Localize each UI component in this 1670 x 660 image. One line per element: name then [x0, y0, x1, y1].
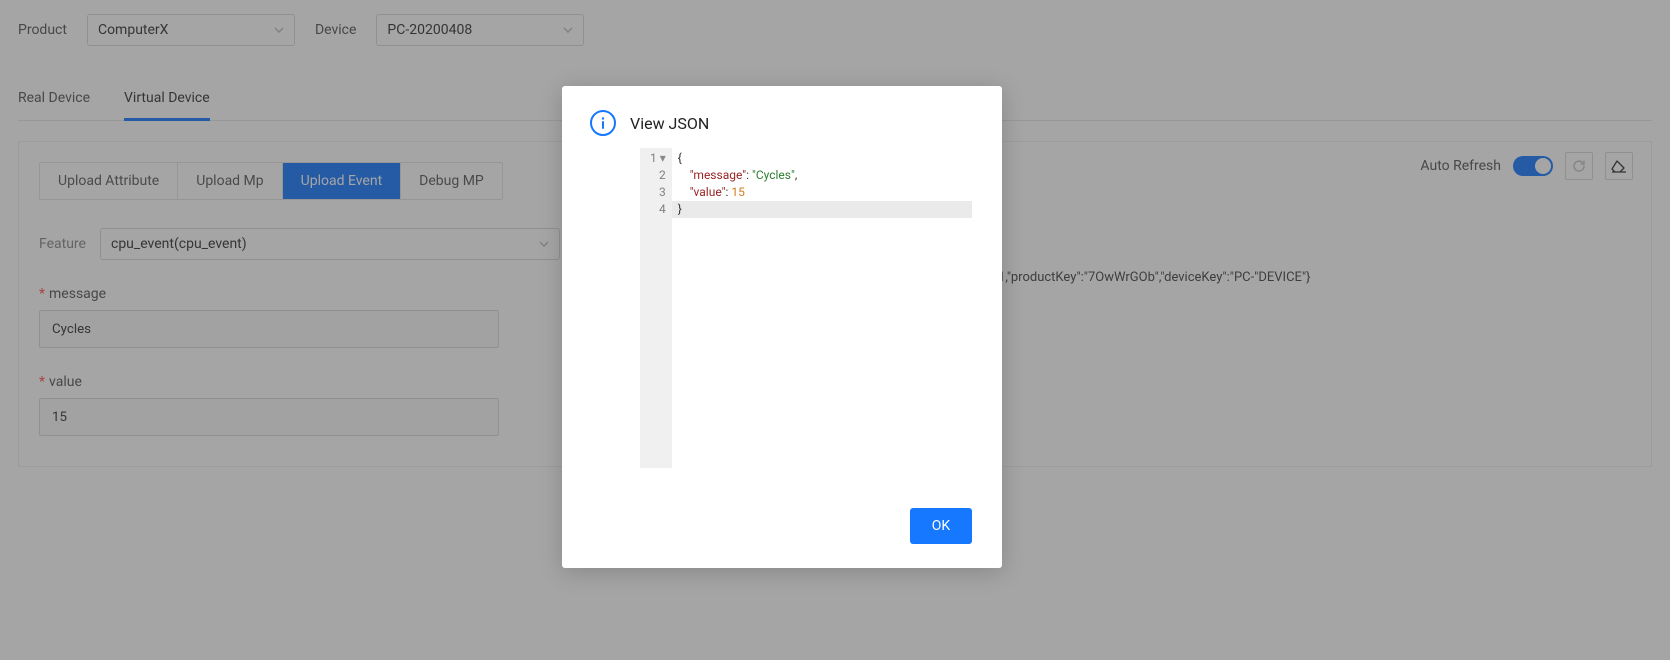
info-icon [590, 110, 616, 136]
code-body: { "message": "Cycles", "value": 15 } [672, 148, 972, 468]
modal-title: View JSON [630, 114, 709, 133]
code-gutter: 1▾ 2 3 4 [640, 148, 672, 468]
fold-icon[interactable]: ▾ [660, 151, 666, 165]
view-json-modal: View JSON 1▾ 2 3 4 { "message": "Cycles"… [562, 86, 1002, 568]
json-viewer: 1▾ 2 3 4 { "message": "Cycles", "value":… [640, 148, 972, 468]
ok-button[interactable]: OK [910, 508, 972, 544]
